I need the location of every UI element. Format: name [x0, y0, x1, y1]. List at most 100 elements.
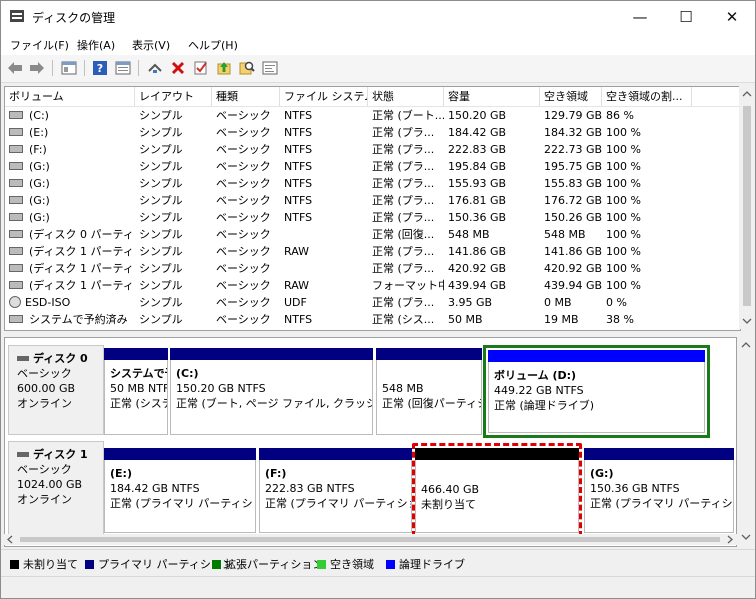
volume-cell: ベーシック	[216, 194, 271, 207]
extended-partition[interactable]: ボリューム (D:) 449.22 GB NTFS 正常 (論理ドライブ)	[483, 345, 710, 438]
menu-help[interactable]: ヘルプ(H)	[188, 37, 238, 53]
partition-body: (E:) 184.42 GB NTFS 正常 (プライマリ パーティション)	[104, 460, 256, 533]
volume-cell: 150.20 GB	[448, 109, 507, 122]
volume-cell: ESD-ISO	[5, 294, 135, 311]
partition-system-reserved[interactable]: システムで予 50 MB NTFS 正常 (システム...	[104, 348, 168, 435]
minimize-button[interactable]: —	[617, 1, 663, 33]
column-header-volume[interactable]: ボリューム	[5, 87, 135, 106]
disk-0-status: オンライン	[17, 397, 72, 410]
check-icon[interactable]	[191, 59, 211, 77]
disk-0-info[interactable]: ディスク 0 ベーシック 600.00 GB オンライン	[8, 345, 104, 435]
volume-cell: ベーシック	[216, 279, 271, 292]
back-icon[interactable]	[5, 59, 25, 77]
menu-action[interactable]: 操作(A)	[77, 37, 115, 53]
volume-cell: 176.72 GB	[544, 194, 602, 207]
volume-cell: 141.86 GB	[448, 245, 507, 258]
volume-cell: 0 MB	[544, 296, 572, 309]
volume-row[interactable]: システムで予約済み シンプル ベーシック NTFS 正常 (シス... 50 MB 19 M…	[5, 311, 740, 328]
legend-logical-drive: 論理ドライブ	[386, 556, 465, 572]
volume-cell: (ディスク 0 パーティシ...	[5, 226, 135, 243]
menu-view[interactable]: 表示(V)	[132, 37, 170, 53]
partition-c[interactable]: (C:) 150.20 GB NTFS 正常 (ブート, ページ ファイル, ク…	[170, 348, 373, 435]
volume-cell: ベーシック	[216, 160, 271, 173]
partition-recovery[interactable]: 548 MB 正常 (回復パーティション)	[376, 348, 482, 435]
menu-bar: ファイル(F) 操作(A) 表示(V) ヘルプ(H)	[1, 33, 755, 55]
disk-1-type: ベーシック	[17, 463, 72, 476]
volume-cell: 19 MB	[544, 313, 579, 326]
volume-cell: ベーシック	[216, 296, 271, 309]
volume-row[interactable]: (ディスク 0 パーティシ... シンプル ベーシック 正常 (回復... 548 MB…	[5, 226, 740, 243]
toolbar-separator	[52, 60, 53, 76]
volume-list-scrollbar[interactable]	[739, 86, 755, 329]
volume-cell: NTFS	[284, 313, 313, 326]
volume-row[interactable]: (ディスク 1 パーティシ... シンプル ベーシック 正常 (プラ... 420.92…	[5, 260, 740, 277]
volume-cell: 正常 (プラ...	[372, 262, 435, 275]
partition-f[interactable]: (F:) 222.83 GB NTFS 正常 (プライマリ パーティション)	[259, 448, 412, 533]
volume-cell: (ディスク 1 パーティシ...	[5, 243, 135, 260]
legend: 未割り当て プライマリ パーティション 拡張パーティション 空き領域 論理ドライ…	[1, 549, 755, 574]
window-title: ディスクの管理	[32, 11, 116, 25]
volume-cell: 3.95 GB	[448, 296, 493, 309]
volume-cell: ベーシック	[216, 126, 271, 139]
column-header-free-space[interactable]: 空き領域	[540, 87, 602, 106]
search-icon[interactable]	[237, 59, 257, 77]
svg-text:?: ?	[97, 62, 103, 75]
volume-cell: 100 %	[606, 177, 641, 190]
help-icon[interactable]: ?	[90, 59, 110, 77]
volume-cell: RAW	[284, 245, 309, 258]
volume-row[interactable]: (ディスク 1 パーティシ... シンプル ベーシック RAW 正常 (プラ... 141…	[5, 243, 740, 260]
volume-cell: 100 %	[606, 279, 641, 292]
volume-disk-icon	[9, 247, 23, 255]
disk-view-scrollbar[interactable]	[737, 337, 755, 545]
maximize-button[interactable]: ☐	[663, 1, 709, 33]
volume-row[interactable]: (G:) シンプル ベーシック NTFS 正常 (プラ... 150.36 GB 150.2…	[5, 209, 740, 226]
connect-icon[interactable]	[145, 59, 165, 77]
volume-cell: シンプル	[139, 177, 183, 190]
column-header-status[interactable]: 状態	[368, 87, 444, 106]
forward-icon[interactable]	[27, 59, 47, 77]
volume-row[interactable]: (G:) シンプル ベーシック NTFS 正常 (プラ... 176.81 GB 176.7…	[5, 192, 740, 209]
volume-cell	[280, 260, 368, 277]
upload-icon[interactable]	[214, 59, 234, 77]
disk-icon	[17, 451, 29, 457]
volume-disk-icon	[9, 111, 23, 119]
volume-row[interactable]: (C:) シンプル ベーシック NTFS 正常 (ブート... 150.20 GB 129.…	[5, 107, 740, 124]
menu-file[interactable]: ファイル(F)	[10, 37, 69, 53]
volume-row[interactable]: (ディスク 1 パーティシ... シンプル ベーシック RAW フォーマット中 439.9…	[5, 277, 740, 294]
delete-icon[interactable]	[168, 59, 188, 77]
volume-cell: ベーシック	[216, 228, 271, 241]
partition-d[interactable]: ボリューム (D:) 449.22 GB NTFS 正常 (論理ドライブ)	[488, 350, 705, 433]
logical-drive-bar	[488, 350, 705, 362]
volume-row[interactable]: (G:) シンプル ベーシック NTFS 正常 (プラ... 155.93 GB 155.8…	[5, 175, 740, 192]
close-button[interactable]: ✕	[709, 1, 755, 33]
properties-icon[interactable]	[113, 59, 133, 77]
column-header-layout[interactable]: レイアウト	[135, 87, 212, 106]
toolbar-separator	[84, 60, 85, 76]
console-tree-icon[interactable]	[59, 59, 79, 77]
volume-row[interactable]: (F:) シンプル ベーシック NTFS 正常 (プラ... 222.83 GB 222.7…	[5, 141, 740, 158]
disk-1-info[interactable]: ディスク 1 ベーシック 1024.00 GB オンライン	[8, 441, 104, 536]
legend-swatch	[10, 559, 19, 569]
volume-disk-icon	[9, 196, 23, 204]
legend-swatch	[386, 559, 395, 569]
dialog-icon[interactable]	[260, 59, 280, 77]
partition-g[interactable]: (G:) 150.36 GB NTFS 正常 (プライマリ パーティション)	[584, 448, 734, 533]
column-header-filesystem[interactable]: ファイル システム	[280, 87, 368, 106]
volume-cell: ベーシック	[216, 177, 271, 190]
volume-row[interactable]: (E:) シンプル ベーシック NTFS 正常 (プラ... 184.42 GB 184.3…	[5, 124, 740, 141]
volume-cell: 正常 (回復...	[372, 228, 435, 241]
column-header-percent-free[interactable]: 空き領域の割...	[602, 87, 692, 106]
volume-disk-icon	[9, 128, 23, 136]
disk-view-horizontal-scrollbar[interactable]	[4, 534, 737, 545]
column-header-capacity[interactable]: 容量	[444, 87, 540, 106]
volume-row[interactable]: (G:) シンプル ベーシック NTFS 正常 (プラ... 195.84 GB 195.7…	[5, 158, 740, 175]
volume-cell: 38 %	[606, 313, 634, 326]
legend-extended-partition: 拡張パーティション	[212, 556, 323, 572]
volume-disk-icon	[9, 145, 23, 153]
volume-cell: 548 MB	[448, 228, 490, 241]
column-header-type[interactable]: 種類	[212, 87, 280, 106]
volume-cell: 548 MB	[544, 228, 586, 241]
volume-cell: 184.42 GB	[448, 126, 507, 139]
partition-e[interactable]: (E:) 184.42 GB NTFS 正常 (プライマリ パーティション)	[104, 448, 256, 533]
volume-row[interactable]: ESD-ISO シンプル ベーシック UDF 正常 (プラ... 3.95 GB 0 MB 0…	[5, 294, 740, 311]
